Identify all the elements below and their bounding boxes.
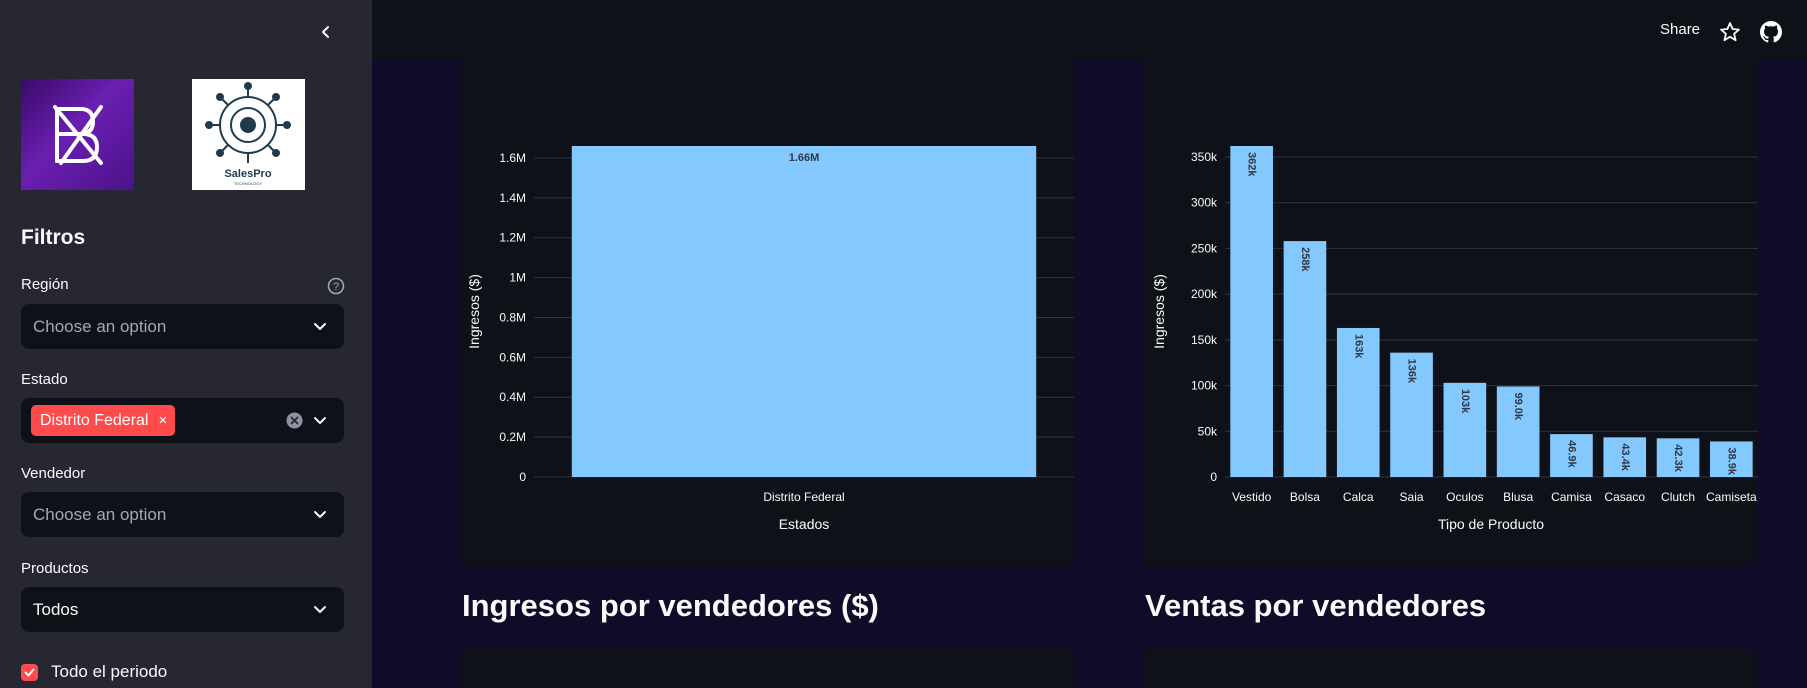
vendedor-select[interactable]: Choose an option bbox=[21, 492, 344, 537]
todo-el-periodo-checkbox[interactable] bbox=[21, 663, 38, 681]
share-button[interactable]: Share bbox=[1660, 21, 1700, 38]
y-tick-label: 50k bbox=[1198, 424, 1218, 438]
y-tick-label: 250k bbox=[1191, 241, 1218, 255]
svg-text:?: ? bbox=[333, 281, 339, 293]
vendedor-label: Vendedor bbox=[21, 465, 86, 482]
tag-label: Distrito Federal bbox=[40, 411, 149, 429]
checkmark-icon bbox=[24, 668, 35, 676]
data-label: 99.0k bbox=[1512, 392, 1524, 420]
y-tick-label: 0.6M bbox=[499, 350, 526, 364]
sidebar: SalesPro TECHNOLOGY Filtros Región ? Cho… bbox=[0, 0, 372, 688]
collapse-sidebar-button[interactable] bbox=[314, 20, 338, 44]
x-tick-label: Vestido bbox=[1232, 490, 1272, 504]
chevron-down-icon bbox=[314, 606, 326, 613]
company-logo bbox=[21, 79, 134, 190]
chart-ingresos-por-producto: 0 50k 100k 150k 200k 250k 300k 350k 362k Vestido 2… bbox=[1145, 60, 1758, 566]
y-tick-label: 1.6M bbox=[499, 151, 526, 165]
x-tick-label: Bolsa bbox=[1290, 490, 1320, 504]
todo-el-periodo-checkbox-row[interactable]: Todo el periodo bbox=[21, 662, 167, 682]
data-label: 136k bbox=[1406, 359, 1418, 384]
region-select[interactable]: Choose an option bbox=[21, 304, 344, 349]
productos-label: Productos bbox=[21, 560, 89, 577]
y-tick-label: 1.4M bbox=[499, 191, 526, 205]
estado-label: Estado bbox=[21, 371, 68, 388]
y-tick-label: 0 bbox=[1210, 470, 1217, 484]
data-label: 46.9k bbox=[1565, 440, 1577, 468]
y-tick-label: 150k bbox=[1191, 333, 1218, 347]
bar bbox=[1283, 241, 1327, 477]
y-tick-label: 0 bbox=[519, 470, 526, 484]
data-label: 1.66M bbox=[789, 152, 820, 164]
data-label: 258k bbox=[1299, 247, 1311, 272]
x-tick-label: Blusa bbox=[1503, 490, 1533, 504]
remove-tag-icon[interactable]: × bbox=[158, 412, 167, 429]
bar bbox=[1230, 146, 1273, 477]
data-label: 362k bbox=[1246, 152, 1258, 177]
salespro-logo-subtext: TECHNOLOGY bbox=[234, 181, 262, 186]
x-tick-label: Distrito Federal bbox=[763, 490, 844, 504]
chart-panel-ingresos-vendedores bbox=[462, 649, 1074, 688]
data-label: 38.9k bbox=[1725, 447, 1737, 475]
data-label: 163k bbox=[1352, 334, 1364, 359]
section-title-ingresos-vendedores: Ingresos por vendedores ($) bbox=[462, 588, 879, 623]
vendedor-placeholder: Choose an option bbox=[33, 504, 167, 524]
data-label: 103k bbox=[1459, 389, 1471, 414]
chart-ingresos-por-estado: 0 0.2M 0.4M 0.6M 0.8M 1M 1.2M 1.4M 1.6M 1.66M Dist… bbox=[462, 60, 1074, 566]
chart-svg: 0 0.2M 0.4M 0.6M 0.8M 1M 1.2M 1.4M 1.6M 1.66M Dist… bbox=[466, 146, 1074, 532]
chart-panel-ventas-vendedores bbox=[1145, 649, 1758, 688]
y-tick-label: 350k bbox=[1191, 150, 1218, 164]
chevron-down-icon bbox=[314, 417, 326, 424]
x-tick-label: Clutch bbox=[1661, 490, 1695, 504]
chevron-left-icon bbox=[322, 26, 329, 38]
y-axis-title: Ingresos ($) bbox=[466, 274, 482, 349]
y-tick-label: 200k bbox=[1191, 287, 1218, 301]
y-tick-label: 1M bbox=[509, 271, 526, 285]
y-tick-label: 0.4M bbox=[499, 390, 526, 404]
bar bbox=[571, 146, 1037, 477]
data-label: 43.4k bbox=[1619, 443, 1631, 471]
region-placeholder: Choose an option bbox=[33, 316, 167, 336]
y-axis-title: Ingresos ($) bbox=[1151, 274, 1167, 349]
estado-multiselect[interactable]: Distrito Federal × bbox=[21, 398, 344, 443]
github-icon[interactable] bbox=[1760, 21, 1782, 43]
x-tick-label: Camisa bbox=[1551, 490, 1592, 504]
clear-all-icon[interactable] bbox=[286, 412, 303, 429]
section-title-ventas-vendedores: Ventas por vendedores bbox=[1145, 588, 1487, 623]
chart-svg: 0 50k 100k 150k 200k 250k 300k 350k 362k Vestido 2… bbox=[1151, 146, 1758, 532]
y-tick-label: 1.2M bbox=[499, 231, 526, 245]
y-tick-label: 0.2M bbox=[499, 430, 526, 444]
x-axis-title: Estados bbox=[779, 516, 830, 532]
top-header bbox=[372, 0, 1807, 60]
y-tick-label: 0.8M bbox=[499, 310, 526, 324]
chevron-down-icon bbox=[314, 511, 326, 518]
x-tick-label: Saia bbox=[1400, 490, 1424, 504]
selected-tag-distrito-federal: Distrito Federal × bbox=[31, 405, 176, 436]
star-icon[interactable] bbox=[1719, 21, 1741, 43]
region-label: Región bbox=[21, 276, 69, 293]
chevron-down-icon bbox=[314, 323, 326, 330]
data-label: 42.3k bbox=[1672, 444, 1684, 472]
sidebar-title: Filtros bbox=[21, 226, 86, 249]
help-icon[interactable]: ? bbox=[327, 277, 345, 295]
checkbox-label: Todo el periodo bbox=[51, 662, 168, 681]
x-tick-label: Calca bbox=[1343, 490, 1374, 504]
productos-value: Todos bbox=[33, 599, 79, 619]
salespro-logo-text: SalesPro bbox=[224, 168, 271, 180]
x-tick-label: Oculos bbox=[1446, 490, 1483, 504]
x-tick-label: Camiseta bbox=[1706, 490, 1757, 504]
x-tick-label: Casaco bbox=[1604, 490, 1645, 504]
y-tick-label: 300k bbox=[1191, 196, 1218, 210]
x-axis-title: Tipo de Producto bbox=[1438, 516, 1544, 532]
productos-select[interactable]: Todos bbox=[21, 587, 344, 632]
y-tick-label: 100k bbox=[1191, 379, 1218, 393]
salespro-logo: SalesPro TECHNOLOGY bbox=[192, 79, 305, 190]
